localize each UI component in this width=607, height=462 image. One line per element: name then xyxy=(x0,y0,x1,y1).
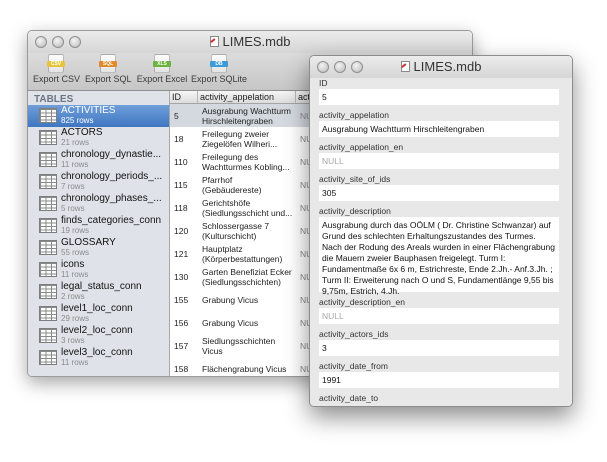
field-label-activity-site-of-ids: activity_site_of_ids xyxy=(319,174,391,184)
sidebar-item-glossary[interactable]: GLOSSARY 55 rows xyxy=(28,237,169,259)
export-sqlite-button[interactable]: DB Export SQLite xyxy=(191,54,247,84)
table-icon xyxy=(39,218,57,233)
field-label-activity-date-to: activity_date_to xyxy=(319,393,379,403)
sidebar-item-legal-status-conn[interactable]: legal_status_conn 2 rows xyxy=(28,281,169,303)
record-fields: ID 5 activity_appelation Ausgrabung Wach… xyxy=(310,78,572,406)
sidebar-item-chronology-dynastie[interactable]: chronology_dynastie... 11 rows xyxy=(28,149,169,171)
table-icon xyxy=(39,130,57,145)
table-icon xyxy=(39,196,57,211)
sidebar-item-level3-loc-conn[interactable]: level3_loc_conn 11 rows xyxy=(28,347,169,369)
field-value-activity-date-from[interactable]: 1991 xyxy=(319,372,559,388)
table-icon xyxy=(39,174,57,189)
table-icon xyxy=(39,328,57,343)
record-detail-window: LIMES.mdb ID 5 activity_appelation Ausgr… xyxy=(309,55,573,407)
field-value-activity-appelation-en[interactable]: NULL xyxy=(319,153,559,169)
table-icon xyxy=(39,262,57,277)
sql-file-icon: SQL xyxy=(99,54,117,73)
sidebar-item-level2-loc-conn[interactable]: level2_loc_conn 3 rows xyxy=(28,325,169,347)
document-icon xyxy=(400,61,410,72)
sidebar-item-icons[interactable]: icons 11 rows xyxy=(28,259,169,281)
field-value-activity-site-of-ids[interactable]: 305 xyxy=(319,185,559,201)
csv-file-icon: CSV xyxy=(47,54,65,73)
column-header-id[interactable]: ID xyxy=(170,91,198,103)
main-titlebar[interactable]: LIMES.mdb xyxy=(28,31,472,54)
window-title: LIMES.mdb xyxy=(413,59,482,74)
sidebar-item-actors[interactable]: ACTORS 21 rows xyxy=(28,127,169,149)
field-value-activity-description[interactable]: Ausgrabung durch das OÖLM ( Dr. Christin… xyxy=(319,217,559,296)
export-csv-button[interactable]: CSV Export CSV xyxy=(33,54,80,84)
field-label-activity-appelation: activity_appelation xyxy=(319,110,389,120)
document-icon xyxy=(209,36,219,47)
field-value-activity-appelation[interactable]: Ausgrabung Wachtturm Hirschleitengraben xyxy=(319,121,559,137)
table-icon xyxy=(39,240,57,255)
window-title: LIMES.mdb xyxy=(222,34,291,49)
export-sql-button[interactable]: SQL Export SQL xyxy=(85,54,132,84)
detail-titlebar[interactable]: LIMES.mdb xyxy=(310,56,572,79)
field-label-activity-date-from: activity_date_from xyxy=(319,361,388,371)
table-icon xyxy=(39,152,57,167)
field-label-activity-appelation-en: activity_appelation_en xyxy=(319,142,404,152)
field-value-activity-description-en[interactable]: NULL xyxy=(319,308,559,324)
field-label-activity-description-en: activity_description_en xyxy=(319,297,405,307)
field-label-activity-actors-ids: activity_actors_ids xyxy=(319,329,389,339)
table-icon xyxy=(39,284,57,299)
table-icon xyxy=(39,350,57,365)
sqlite-file-icon: DB xyxy=(210,54,228,73)
field-label-activity-description: activity_description xyxy=(319,206,391,216)
sidebar-item-activities[interactable]: ACTIVITIES 825 rows xyxy=(28,105,169,127)
column-header-activity-appelation[interactable]: activity_appelation xyxy=(198,91,296,103)
export-excel-button[interactable]: XLS Export Excel xyxy=(136,54,188,84)
sidebar-item-level1-loc-conn[interactable]: level1_loc_conn 29 rows xyxy=(28,303,169,325)
sidebar-item-finds-categories-conn[interactable]: finds_categories_conn 19 rows xyxy=(28,215,169,237)
sidebar-item-chronology-phases[interactable]: chronology_phases_... 5 rows xyxy=(28,193,169,215)
table-icon xyxy=(39,306,57,321)
field-value-id[interactable]: 5 xyxy=(319,89,559,105)
field-label-id: ID xyxy=(319,78,328,88)
table-icon xyxy=(39,108,57,123)
tables-sidebar: TABLES ACTIVITIES 825 rows ACTORS 21 row… xyxy=(28,91,170,376)
field-value-activity-actors-ids[interactable]: 3 xyxy=(319,340,559,356)
sidebar-item-chronology-periods[interactable]: chronology_periods_... 7 rows xyxy=(28,171,169,193)
excel-file-icon: XLS xyxy=(153,54,171,73)
sidebar-header: TABLES xyxy=(34,94,74,105)
